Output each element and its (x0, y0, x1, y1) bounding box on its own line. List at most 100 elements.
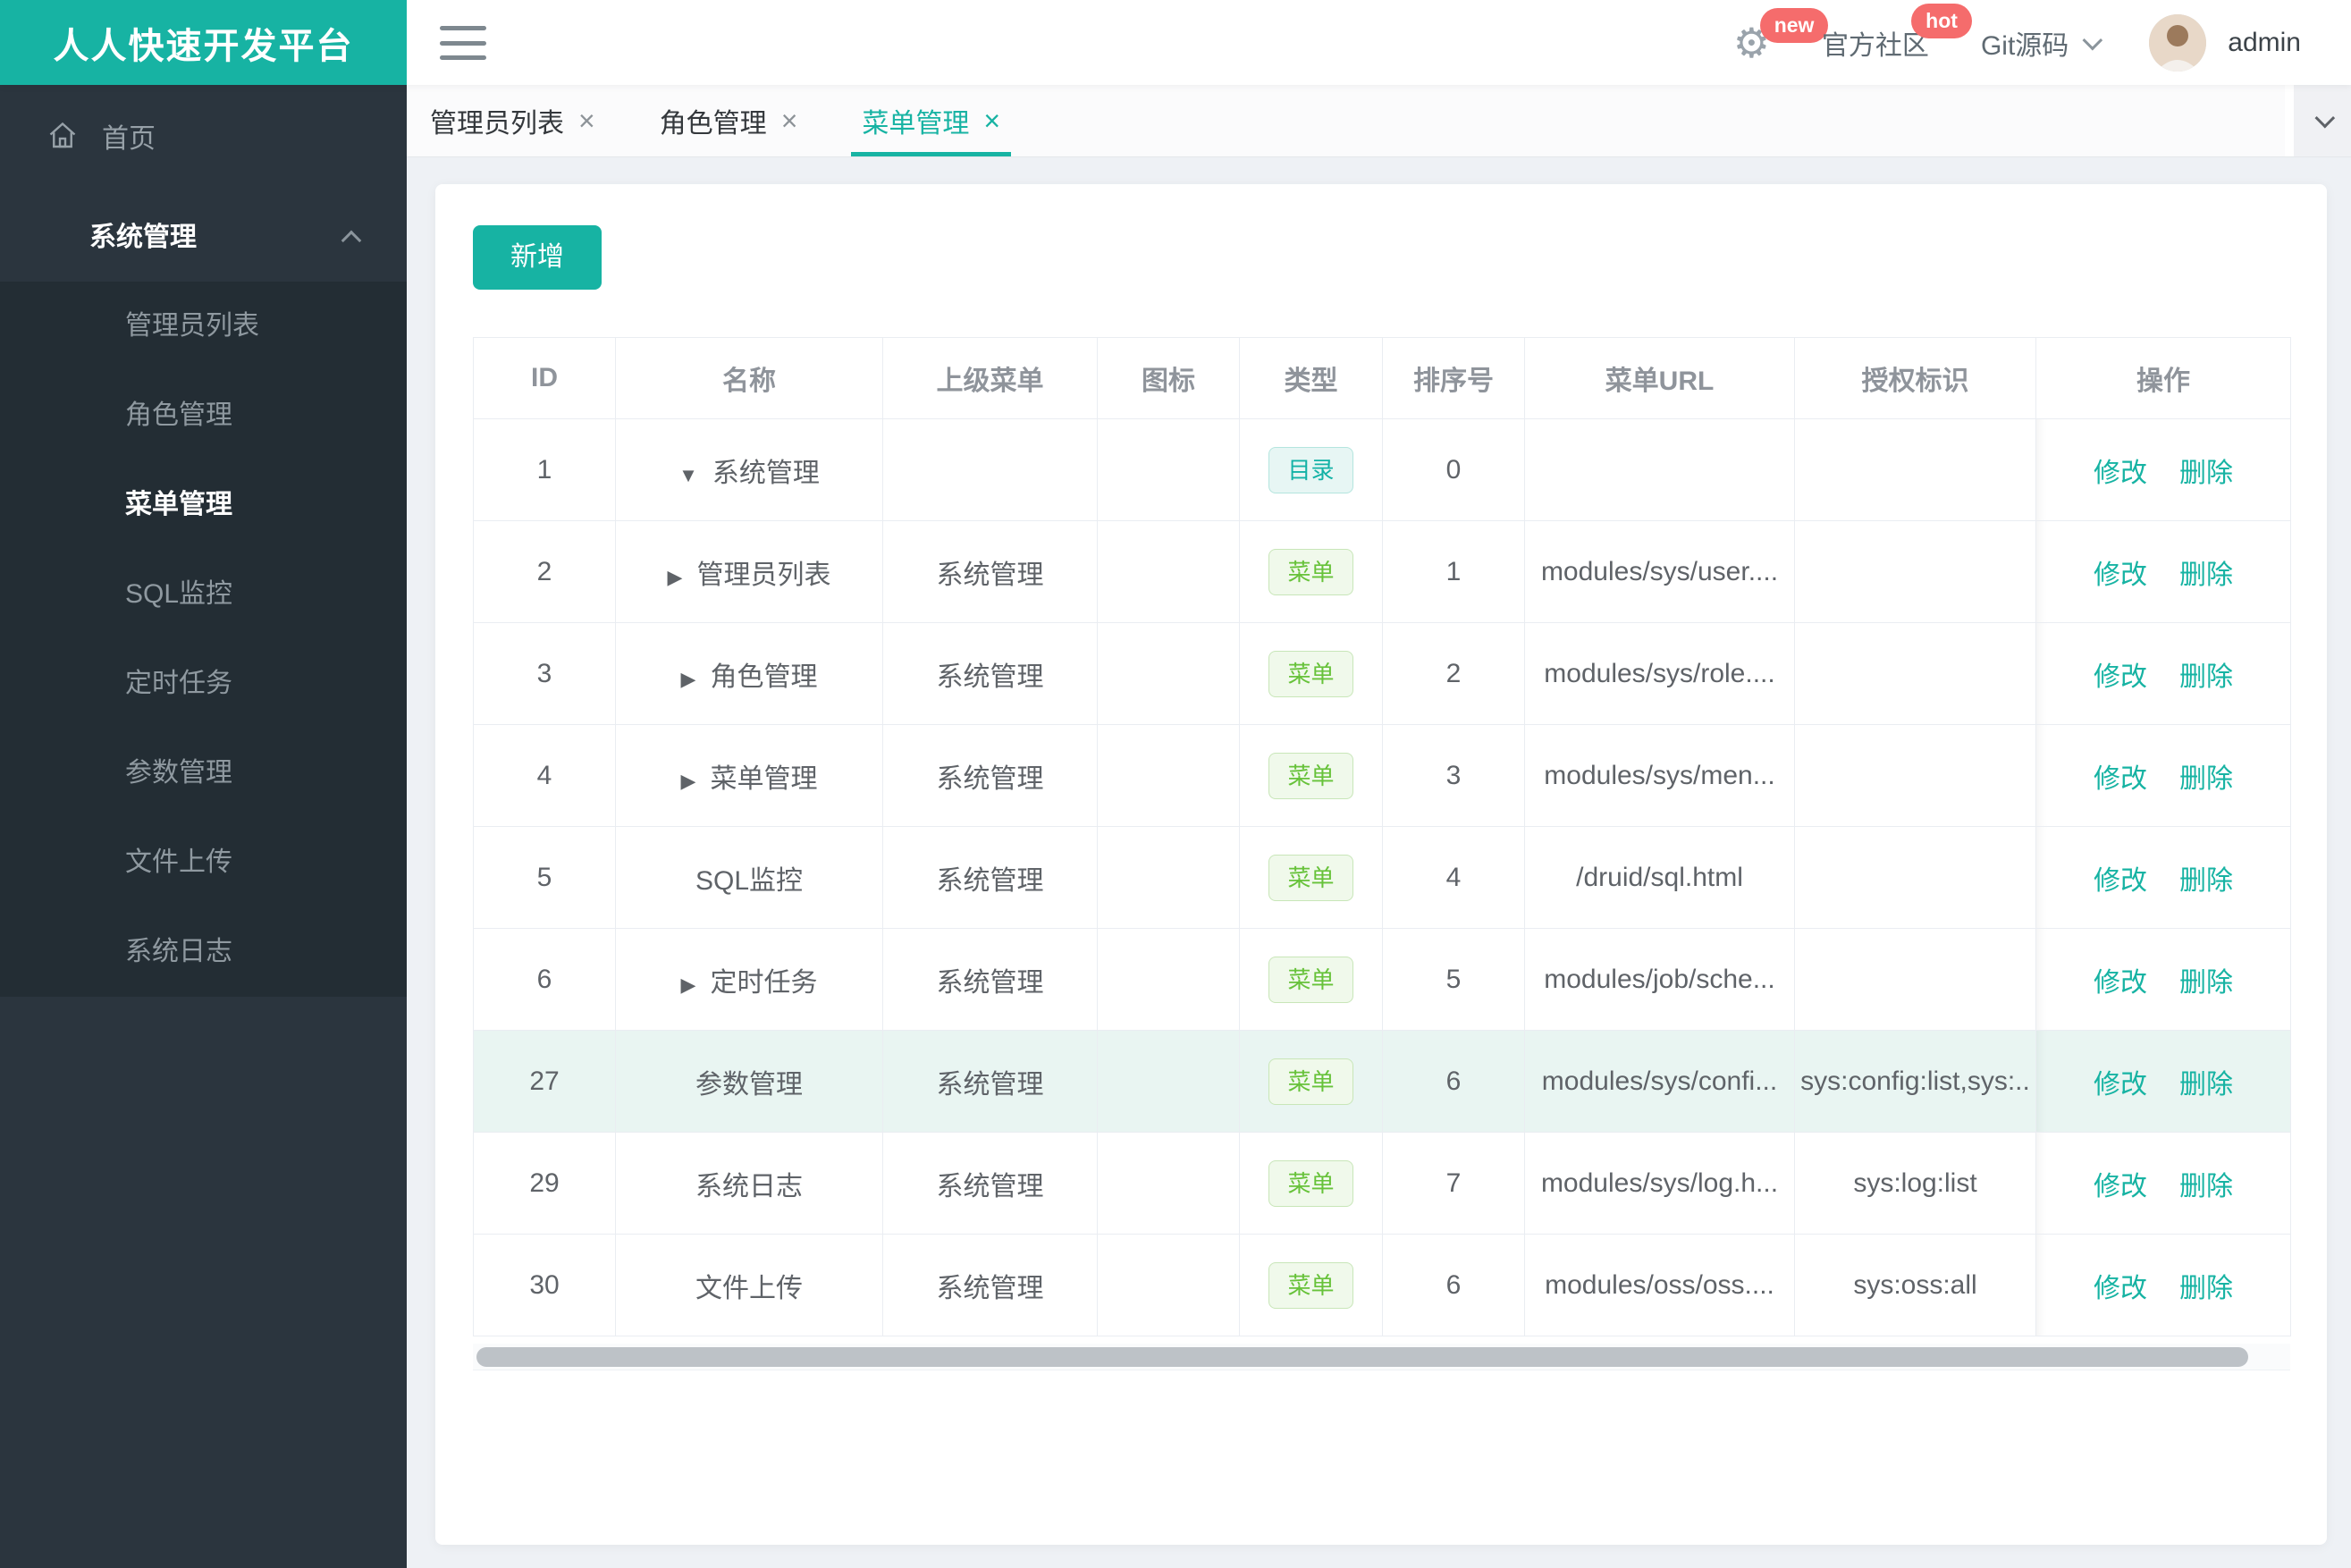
column-header: 类型 (1239, 337, 1383, 419)
table-row[interactable]: 1 ▼ 系统管理 目录 0 修改 删除 (473, 418, 2291, 521)
sidebar-toggle-icon[interactable] (440, 23, 486, 63)
sidebar-item-2[interactable]: 菜单管理 (0, 460, 407, 550)
cell-id: 1 (473, 418, 616, 521)
cell-perms (1794, 418, 2036, 521)
chevron-down-icon (2082, 30, 2103, 50)
cell-parent-menu: 系统管理 (882, 826, 1098, 929)
type-tag: 菜单 (1268, 1261, 1353, 1309)
cell-menu-url: modules/sys/confi... (1524, 1030, 1795, 1133)
cell-menu-url: modules/oss/oss.... (1524, 1234, 1795, 1336)
cell-menu-url: /druid/sql.html (1524, 826, 1795, 929)
tab-1[interactable]: 角色管理 × (649, 85, 809, 156)
column-header: 授权标识 (1794, 337, 2036, 419)
cell-icon (1097, 724, 1240, 827)
table-row[interactable]: 30 文件上传 系统管理 菜单 6 modules/oss/oss.... sy… (473, 1234, 2291, 1336)
community-link[interactable]: 官方社区 (1822, 31, 1929, 61)
delete-link[interactable]: 删除 (2179, 459, 2233, 488)
delete-link[interactable]: 删除 (2179, 968, 2233, 998)
cell-menu-url: modules/sys/log.h... (1524, 1132, 1795, 1235)
table-row[interactable]: 2 ▶ 管理员列表 系统管理 菜单 1 modules/sys/user.... … (473, 520, 2291, 623)
sidebar-item-0[interactable]: 管理员列表 (0, 282, 407, 371)
column-header: 排序号 (1382, 337, 1525, 419)
cell-icon (1097, 418, 1240, 521)
delete-link[interactable]: 删除 (2179, 1172, 2233, 1201)
git-source-dropdown[interactable]: Git源码 (1981, 23, 2103, 63)
tab-2[interactable]: 菜单管理 × (851, 85, 1011, 156)
cell-actions: 修改 删除 (2035, 1030, 2291, 1133)
delete-link[interactable]: 删除 (2179, 561, 2233, 590)
sidebar-item-5[interactable]: 参数管理 (0, 729, 407, 818)
tab-close-icon[interactable]: × (983, 105, 1000, 138)
edit-link[interactable]: 修改 (2094, 866, 2147, 896)
cell-order: 3 (1382, 724, 1525, 827)
table-row[interactable]: 27 参数管理 系统管理 菜单 6 modules/sys/confi... s… (473, 1030, 2291, 1133)
tabs-dropdown-button[interactable] (2285, 85, 2351, 156)
cell-perms: sys:oss:all (1794, 1234, 2036, 1336)
cell-icon (1097, 520, 1240, 623)
sidebar-item-7[interactable]: 系统日志 (0, 907, 407, 997)
column-header: 图标 (1097, 337, 1240, 419)
delete-link[interactable]: 删除 (2179, 866, 2233, 896)
tree-toggle-icon[interactable]: ▼ (678, 464, 698, 487)
delete-link[interactable]: 删除 (2179, 1070, 2233, 1100)
avatar[interactable] (2149, 13, 2207, 72)
delete-link[interactable]: 删除 (2179, 1274, 2233, 1303)
delete-link[interactable]: 删除 (2179, 764, 2233, 794)
tab-close-icon[interactable]: × (781, 105, 798, 138)
sidebar-item-home[interactable]: 首页 (0, 85, 407, 187)
sidebar: 首页 系统管理 管理员列表 角色管理 菜单管理 SQL监控 定时任务 参数管理 文件上传 系统… (0, 85, 407, 1568)
cell-parent-menu: 系统管理 (882, 520, 1098, 623)
edit-link[interactable]: 修改 (2094, 459, 2147, 488)
home-icon (49, 122, 76, 148)
cell-name: 文件上传 (615, 1234, 883, 1336)
table-row[interactable]: 3 ▶ 角色管理 系统管理 菜单 2 modules/sys/role.... 修… (473, 622, 2291, 725)
add-button[interactable]: 新增 (473, 225, 602, 290)
edit-link[interactable]: 修改 (2094, 764, 2147, 794)
cell-order: 1 (1382, 520, 1525, 623)
sidebar-item-3[interactable]: SQL监控 (0, 550, 407, 639)
cell-icon (1097, 826, 1240, 929)
delete-link[interactable]: 删除 (2179, 662, 2233, 692)
cell-order: 0 (1382, 418, 1525, 521)
cell-parent-menu: 系统管理 (882, 724, 1098, 827)
scrollbar-thumb[interactable] (476, 1347, 2249, 1367)
edit-link[interactable]: 修改 (2094, 968, 2147, 998)
cell-actions: 修改 删除 (2035, 928, 2291, 1031)
tree-toggle-icon[interactable]: ▶ (668, 566, 683, 589)
tab-label: 菜单管理 (862, 109, 970, 139)
cell-order: 6 (1382, 1234, 1525, 1336)
top-header: 人人快速开发平台 ⚙ new 官方社区 hot Git源码 admin (0, 0, 2351, 85)
cell-name: ▶ 角色管理 (615, 622, 883, 725)
tree-toggle-icon[interactable]: ▶ (681, 974, 696, 997)
sidebar-group-system[interactable]: 系统管理 (0, 187, 407, 282)
type-tag: 菜单 (1268, 548, 1353, 595)
table-row[interactable]: 5 SQL监控 系统管理 菜单 4 /druid/sql.html 修改 删除 (473, 826, 2291, 929)
sidebar-item-1[interactable]: 角色管理 (0, 371, 407, 460)
table-row[interactable]: 6 ▶ 定时任务 系统管理 菜单 5 modules/job/sche... 修改… (473, 928, 2291, 1031)
cell-id: 5 (473, 826, 616, 929)
username-menu[interactable]: admin (2228, 28, 2301, 58)
horizontal-scrollbar[interactable] (473, 1344, 2290, 1370)
chevron-down-icon (2314, 107, 2336, 129)
cell-actions: 修改 删除 (2035, 724, 2291, 827)
cell-name: 系统日志 (615, 1132, 883, 1235)
sidebar-item-4[interactable]: 定时任务 (0, 639, 407, 729)
tab-label: 管理员列表 (430, 109, 564, 139)
column-header: 上级菜单 (882, 337, 1098, 419)
tree-toggle-icon[interactable]: ▶ (681, 770, 696, 793)
edit-link[interactable]: 修改 (2094, 662, 2147, 692)
edit-link[interactable]: 修改 (2094, 1070, 2147, 1100)
tree-toggle-icon[interactable]: ▶ (681, 668, 696, 691)
cell-icon (1097, 1234, 1240, 1336)
tab-0[interactable]: 管理员列表 × (419, 85, 606, 156)
edit-link[interactable]: 修改 (2094, 1274, 2147, 1303)
table-row[interactable]: 4 ▶ 菜单管理 系统管理 菜单 3 modules/sys/men... 修改 删… (473, 724, 2291, 827)
sidebar-group-label: 系统管理 (89, 223, 197, 252)
tab-close-icon[interactable]: × (578, 105, 595, 138)
table-row[interactable]: 29 系统日志 系统管理 菜单 7 modules/sys/log.h... s… (473, 1132, 2291, 1235)
edit-link[interactable]: 修改 (2094, 1172, 2147, 1201)
cell-id: 3 (473, 622, 616, 725)
cell-perms (1794, 622, 2036, 725)
sidebar-item-6[interactable]: 文件上传 (0, 818, 407, 907)
edit-link[interactable]: 修改 (2094, 561, 2147, 590)
